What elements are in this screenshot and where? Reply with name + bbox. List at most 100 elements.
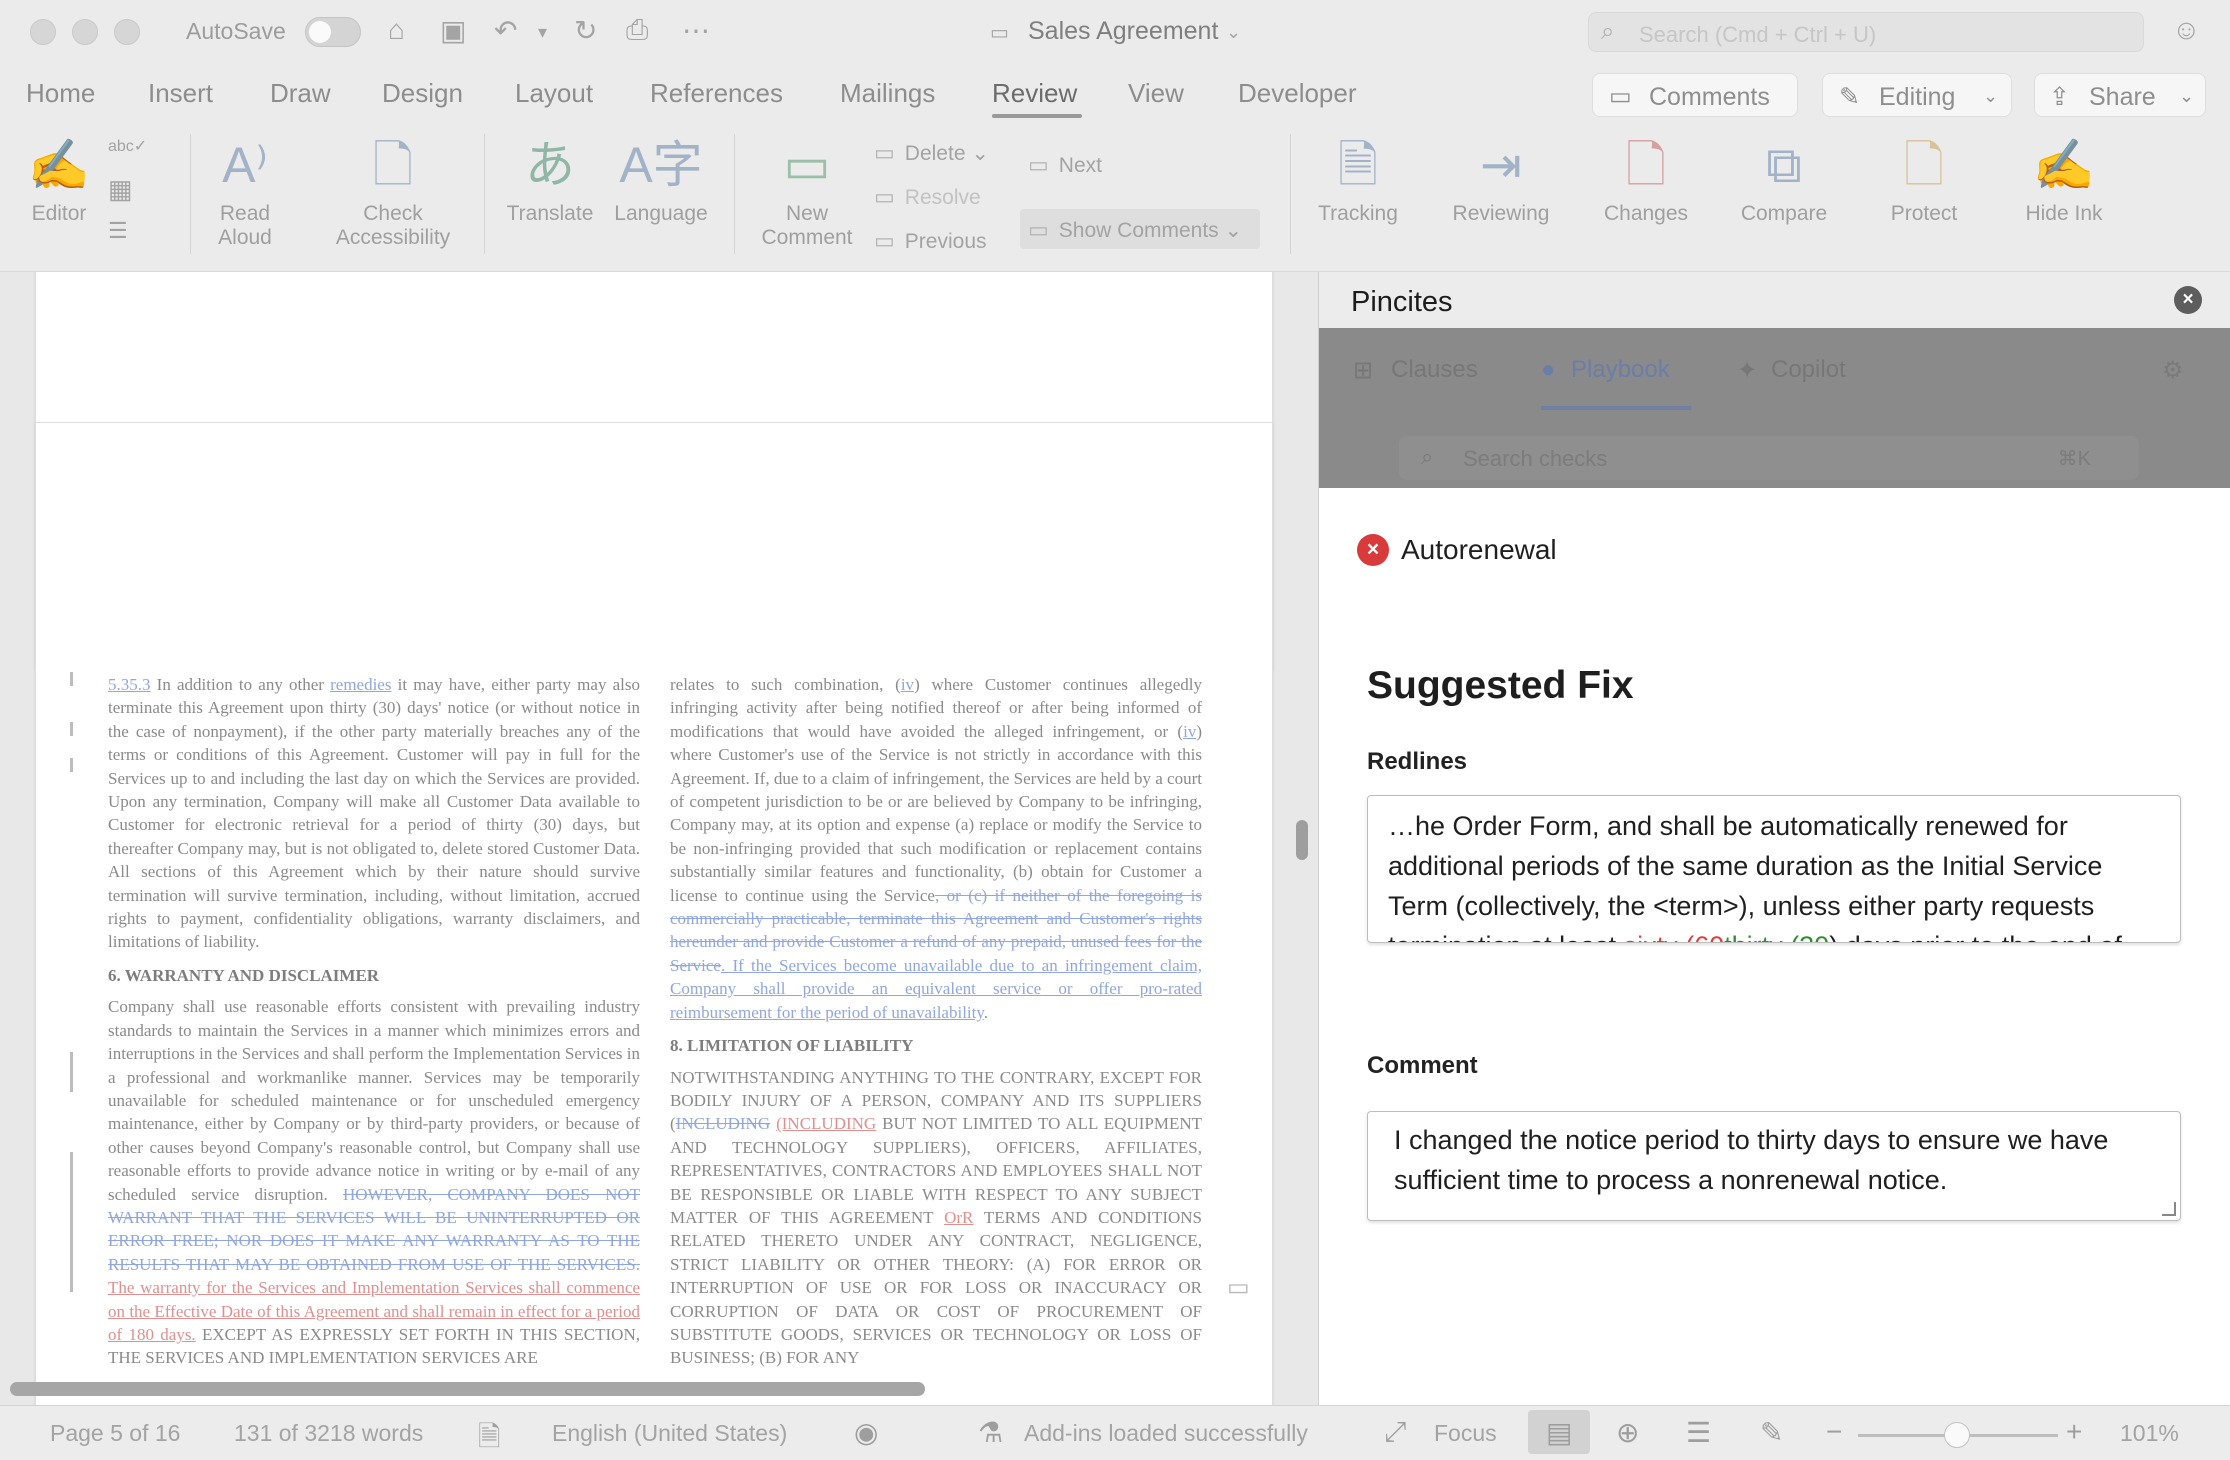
- tab-review[interactable]: Review: [992, 78, 1077, 109]
- zoom-slider-knob[interactable]: [1944, 1422, 1970, 1448]
- change-bar: [70, 758, 73, 772]
- delete-comment-button[interactable]: ▭ Delete ⌄: [874, 140, 989, 166]
- home-icon[interactable]: ⌂: [388, 14, 405, 46]
- changes-button[interactable]: 🗋 Changes: [1594, 132, 1698, 226]
- compare-button[interactable]: ⧉ Compare: [1732, 132, 1836, 226]
- document-column-right[interactable]: relates to such combination, (iv) where …: [670, 673, 1202, 1378]
- macro-record-icon[interactable]: ◉: [854, 1416, 878, 1449]
- document-title[interactable]: Sales Agreement: [1028, 17, 1218, 46]
- settings-gear-icon[interactable]: ⚙: [2162, 356, 2184, 385]
- text-run: ) where Customer's use of the Service is…: [670, 721, 1202, 905]
- zoom-level[interactable]: 101%: [2120, 1420, 2179, 1447]
- word-count[interactable]: 131 of 3218 words: [234, 1420, 423, 1447]
- close-icon[interactable]: ×: [2174, 286, 2202, 314]
- tracking-button[interactable]: 🗎 Tracking: [1310, 132, 1406, 226]
- text-run: 6. WARRANTY AND DISCLAIMER: [108, 965, 380, 985]
- tab-insert[interactable]: Insert: [148, 78, 213, 109]
- tab-mailings[interactable]: Mailings: [840, 78, 935, 109]
- section-heading[interactable]: 6. WARRANTY AND DISCLAIMER: [108, 964, 640, 987]
- translate-button[interactable]: あ Translate: [502, 132, 598, 226]
- account-icon[interactable]: ☺: [2172, 14, 2201, 46]
- pane-title: Pincites: [1351, 286, 1453, 318]
- next-comment-button[interactable]: ▭ Next: [1028, 152, 1102, 178]
- language-label: Language: [614, 202, 708, 225]
- previous-comment-button[interactable]: ▭ Previous: [874, 228, 987, 254]
- redo-icon[interactable]: ↻: [574, 14, 597, 47]
- search-input[interactable]: ⌕ Search (Cmd + Ctrl + U): [1588, 12, 2144, 52]
- tab-copilot[interactable]: Copilot: [1771, 356, 1846, 384]
- paragraph[interactable]: NOTWITHSTANDING ANYTHING TO THE CONTRARY…: [670, 1066, 1202, 1370]
- spelling-icon[interactable]: abc✓: [108, 136, 147, 156]
- resolve-button[interactable]: ▭ Resolve: [874, 184, 981, 210]
- close-window-button[interactable]: [30, 19, 56, 45]
- print-icon[interactable]: ⎙: [626, 14, 648, 47]
- zoom-in-icon[interactable]: +: [2066, 1416, 2082, 1448]
- focus-button[interactable]: Focus: [1434, 1420, 1497, 1447]
- thesaurus-icon[interactable]: ▦: [108, 174, 133, 205]
- editor-button[interactable]: ✍ Editor: [24, 132, 94, 226]
- language-indicator[interactable]: English (United States): [552, 1420, 787, 1447]
- protect-button[interactable]: 🗋 Protect: [1876, 132, 1972, 226]
- draft-view-icon[interactable]: ✎: [1760, 1416, 1783, 1449]
- tab-draw[interactable]: Draw: [270, 78, 331, 109]
- tab-design[interactable]: Design: [382, 78, 463, 109]
- search-checks-input[interactable]: ⌕ Search checks ⌘K: [1399, 436, 2139, 480]
- undo-dropdown-icon[interactable]: ▾: [538, 22, 547, 43]
- save-icon[interactable]: ▣: [440, 14, 466, 47]
- paragraph[interactable]: Company shall use reasonable efforts con…: [108, 995, 640, 1370]
- show-comments-label-wrap: ▭ Show Comments ⌄: [1028, 217, 1243, 242]
- minimize-window-button[interactable]: [72, 19, 98, 45]
- review-ribbon: ✍ Editor abc✓ ▦ ☰ A⁾ Read Aloud 🗋 Check …: [0, 122, 2230, 272]
- undo-icon[interactable]: ↶: [494, 14, 517, 47]
- tab-clauses[interactable]: Clauses: [1391, 356, 1478, 384]
- page-indicator[interactable]: Page 5 of 16: [50, 1420, 180, 1447]
- tab-references[interactable]: References: [650, 78, 783, 109]
- document-canvas[interactable]: 5.35.3 In addition to any other remedies…: [0, 272, 1318, 1405]
- vertical-scrollbar[interactable]: [1296, 820, 1308, 860]
- paragraph[interactable]: relates to such combination, (iv) where …: [670, 673, 1202, 1024]
- more-icon[interactable]: ⋯: [682, 14, 710, 47]
- text-run: Company shall use reasonable efforts con…: [108, 997, 640, 1204]
- print-layout-icon[interactable]: ▤: [1546, 1416, 1572, 1449]
- comments-button[interactable]: ▭ Comments: [1592, 73, 1798, 117]
- autosave-toggle[interactable]: [305, 17, 361, 47]
- addins-icon: ⚗: [978, 1417, 1004, 1448]
- document-page[interactable]: 5.35.3 In addition to any other remedies…: [35, 422, 1273, 1405]
- tab-developer[interactable]: Developer: [1238, 78, 1357, 109]
- tab-home[interactable]: Home: [26, 78, 95, 109]
- title-chevron-down-icon[interactable]: ⌄: [1226, 22, 1241, 43]
- section-heading[interactable]: 8. LIMITATION OF LIABILITY: [670, 1034, 1202, 1057]
- focus-icon[interactable]: ⤢: [1384, 1416, 1406, 1449]
- redlines-box[interactable]: …he Order Form, and shall be automatical…: [1367, 795, 2181, 943]
- reviewing-button[interactable]: ⇥ Reviewing: [1446, 132, 1556, 226]
- horizontal-scrollbar[interactable]: [10, 1382, 925, 1396]
- comment-textarea[interactable]: I changed the notice period to thirty da…: [1367, 1111, 2181, 1221]
- read-aloud-button[interactable]: A⁾ Read Aloud: [210, 132, 280, 250]
- proofing-icon[interactable]: 🗎: [478, 1416, 501, 1460]
- check-accessibility-button[interactable]: 🗋 Check Accessibility: [318, 132, 468, 250]
- tracked-change: . If the Services become unavailable due…: [670, 955, 1202, 1022]
- tab-view[interactable]: View: [1128, 78, 1184, 109]
- tab-layout[interactable]: Layout: [515, 78, 593, 109]
- tab-playbook[interactable]: Playbook: [1571, 356, 1670, 384]
- comment-marker-icon[interactable]: ▭: [1227, 1273, 1250, 1302]
- tracking-label: Tracking: [1318, 202, 1398, 225]
- ribbon-separator: [484, 134, 485, 254]
- web-layout-icon[interactable]: ⊕: [1616, 1416, 1639, 1449]
- chevron-down-icon: ⌄: [1983, 86, 1999, 106]
- new-comment-button[interactable]: ▭ New Comment: [754, 132, 860, 250]
- outline-view-icon[interactable]: ☰: [1686, 1416, 1711, 1449]
- zoom-out-icon[interactable]: −: [1826, 1416, 1842, 1448]
- editing-mode-button[interactable]: ✎ Editing ⌄: [1822, 73, 2012, 117]
- share-button[interactable]: ⇪ Share ⌄: [2034, 73, 2206, 117]
- hide-ink-button[interactable]: ✍ Hide Ink: [2014, 132, 2114, 226]
- zoom-window-button[interactable]: [114, 19, 140, 45]
- issue-title: Autorenewal: [1401, 534, 1557, 565]
- language-button[interactable]: A字 Language: [606, 132, 716, 226]
- word-count-icon[interactable]: ☰: [108, 218, 128, 244]
- resize-handle[interactable]: [2162, 1202, 2176, 1216]
- compare-label: Compare: [1740, 202, 1828, 225]
- document-column-left[interactable]: 5.35.3 In addition to any other remedies…: [108, 673, 640, 1378]
- compare-icon: ⧉: [1766, 137, 1802, 193]
- paragraph[interactable]: 5.35.3 In addition to any other remedies…: [108, 673, 640, 954]
